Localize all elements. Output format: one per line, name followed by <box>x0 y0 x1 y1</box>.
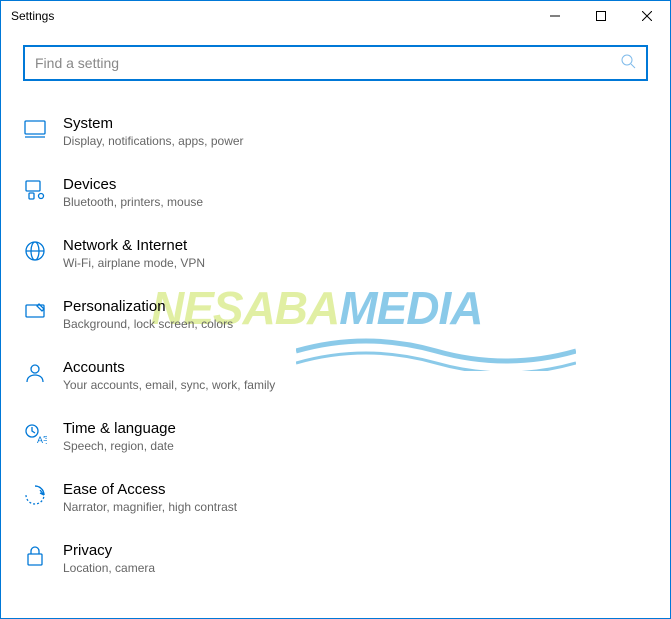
devices-icon <box>23 178 47 202</box>
personalization-icon <box>23 300 47 324</box>
accounts-icon <box>23 361 47 385</box>
item-desc: Narrator, magnifier, high contrast <box>63 500 237 514</box>
item-title: Ease of Access <box>63 481 237 498</box>
item-title: Devices <box>63 176 203 193</box>
system-icon <box>23 117 47 141</box>
item-desc: Background, lock screen, colors <box>63 317 233 331</box>
settings-item-network[interactable]: Network & Internet Wi-Fi, airplane mode,… <box>23 223 648 284</box>
settings-item-devices[interactable]: Devices Bluetooth, printers, mouse <box>23 162 648 223</box>
search-input[interactable] <box>35 55 620 71</box>
globe-icon <box>23 239 47 263</box>
item-desc: Bluetooth, printers, mouse <box>63 195 203 209</box>
lock-icon <box>23 544 47 568</box>
item-title: Network & Internet <box>63 237 205 254</box>
settings-item-personalization[interactable]: Personalization Background, lock screen,… <box>23 284 648 345</box>
maximize-button[interactable] <box>578 1 624 31</box>
window-controls <box>532 1 670 31</box>
item-title: System <box>63 115 244 132</box>
item-title: Accounts <box>63 359 275 376</box>
svg-text:A字: A字 <box>37 434 47 445</box>
settings-item-time-language[interactable]: A字 Time & language Speech, region, date <box>23 406 648 467</box>
search-icon <box>620 53 636 74</box>
search-container <box>23 45 648 81</box>
item-desc: Your accounts, email, sync, work, family <box>63 378 275 392</box>
item-desc: Wi-Fi, airplane mode, VPN <box>63 256 205 270</box>
minimize-button[interactable] <box>532 1 578 31</box>
item-desc: Display, notifications, apps, power <box>63 134 244 148</box>
settings-item-privacy[interactable]: Privacy Location, camera <box>23 528 648 589</box>
time-language-icon: A字 <box>23 422 47 446</box>
ease-of-access-icon <box>23 483 47 507</box>
settings-item-system[interactable]: System Display, notifications, apps, pow… <box>23 101 648 162</box>
item-title: Privacy <box>63 542 155 559</box>
item-title: Personalization <box>63 298 233 315</box>
titlebar: Settings <box>1 1 670 31</box>
item-desc: Speech, region, date <box>63 439 176 453</box>
close-button[interactable] <box>624 1 670 31</box>
item-desc: Location, camera <box>63 561 155 575</box>
window-title: Settings <box>11 9 532 23</box>
search-box[interactable] <box>23 45 648 81</box>
settings-list: System Display, notifications, apps, pow… <box>1 91 670 589</box>
settings-item-ease-of-access[interactable]: Ease of Access Narrator, magnifier, high… <box>23 467 648 528</box>
item-title: Time & language <box>63 420 176 437</box>
settings-item-accounts[interactable]: Accounts Your accounts, email, sync, wor… <box>23 345 648 406</box>
